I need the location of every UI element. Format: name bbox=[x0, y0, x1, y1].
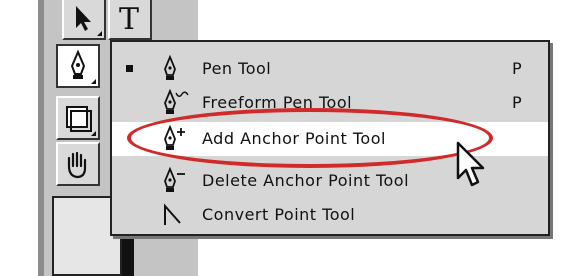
menu-item-freeform-pen-tool[interactable]: Freeform Pen Tool P bbox=[112, 86, 548, 120]
menu-item-label: Delete Anchor Point Tool bbox=[202, 171, 410, 190]
tool-flyout-indicator bbox=[91, 131, 96, 136]
menu-item-shortcut: P bbox=[512, 93, 522, 112]
menu-item-convert-point-tool[interactable]: Convert Point Tool bbox=[112, 198, 548, 232]
tool-flyout-indicator bbox=[91, 79, 96, 84]
hand-icon bbox=[67, 151, 87, 179]
type-tool-button[interactable]: T bbox=[108, 0, 152, 40]
mouse-cursor-icon bbox=[456, 141, 485, 187]
tool-flyout-indicator bbox=[97, 31, 102, 36]
menu-item-label: Convert Point Tool bbox=[202, 205, 356, 224]
freeform-pen-icon bbox=[164, 89, 189, 114]
pen-tool-flyout-menu: Pen Tool P Freeform Pen Tool P Add Ancho… bbox=[110, 40, 550, 236]
hand-tool-button[interactable] bbox=[56, 142, 100, 186]
convert-point-icon bbox=[164, 203, 181, 225]
menu-item-label: Add Anchor Point Tool bbox=[202, 129, 386, 148]
type-tool-icon: T bbox=[119, 2, 140, 37]
selected-bullet-icon bbox=[126, 65, 133, 72]
delete-anchor-point-icon bbox=[164, 167, 185, 192]
menu-item-label: Freeform Pen Tool bbox=[202, 93, 353, 112]
menu-item-shortcut: P bbox=[512, 59, 522, 78]
toolbox-edge bbox=[38, 0, 44, 276]
pen-icon bbox=[164, 55, 176, 80]
pen-tool-button[interactable] bbox=[56, 44, 100, 88]
menu-item-label: Pen Tool bbox=[202, 59, 272, 78]
add-anchor-point-icon bbox=[164, 125, 185, 150]
move-tool-button[interactable] bbox=[62, 0, 106, 40]
notes-tool-button[interactable] bbox=[56, 96, 100, 140]
menu-item-pen-tool[interactable]: Pen Tool P bbox=[112, 52, 548, 86]
